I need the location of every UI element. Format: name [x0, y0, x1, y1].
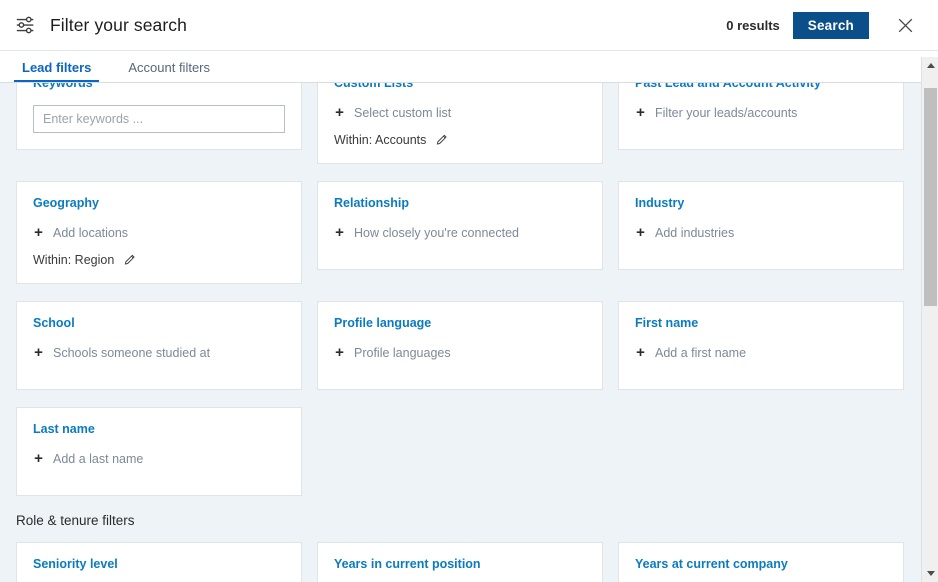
panel-header: Filter your search 0 results Search	[0, 0, 938, 51]
scroll-down-arrow-icon[interactable]	[922, 565, 938, 582]
card-title: Seniority level	[33, 557, 118, 571]
add-label: Add industries	[655, 225, 735, 240]
close-icon	[898, 18, 912, 32]
add-relationship-action[interactable]: + How closely you're connected	[334, 225, 586, 240]
card-title: Keywords	[33, 83, 93, 90]
close-button[interactable]	[886, 6, 924, 44]
filter-card-first-name[interactable]: First name + Add a first name	[618, 301, 904, 390]
plus-icon: +	[335, 344, 344, 361]
results-count: 0 results	[726, 17, 780, 33]
filter-row: School + Schools someone studied at Prof…	[16, 301, 905, 390]
add-industries-action[interactable]: + Add industries	[635, 225, 887, 240]
header-left-group: Filter your search	[0, 14, 187, 36]
add-label: How closely you're connected	[354, 225, 519, 240]
within-label: Within: Accounts	[334, 133, 427, 147]
filter-card-profile-language[interactable]: Profile language + Profile languages	[317, 301, 603, 390]
filter-card-seniority-level[interactable]: Seniority level	[16, 542, 302, 582]
plus-icon: +	[636, 104, 645, 121]
filter-card-school[interactable]: School + Schools someone studied at	[16, 301, 302, 390]
add-label: Add a first name	[655, 345, 747, 360]
page-title: Filter your search	[50, 14, 187, 35]
scroll-up-arrow-icon[interactable]	[922, 57, 938, 74]
tab-lead-filters[interactable]: Lead filters	[14, 60, 100, 82]
card-title: Past Lead and Account Activity	[635, 83, 821, 90]
filter-card-custom-lists[interactable]: Custom Lists + Select custom list Within…	[317, 83, 603, 164]
card-title: Last name	[33, 422, 95, 436]
within-label: Within: Region	[33, 253, 115, 267]
add-first-name-action[interactable]: + Add a first name	[635, 345, 887, 360]
scrollbar-thumb[interactable]	[924, 88, 937, 306]
pencil-icon[interactable]	[435, 133, 449, 147]
plus-icon: +	[34, 224, 43, 241]
card-title: Geography	[33, 196, 99, 210]
keywords-input[interactable]	[33, 105, 285, 133]
plus-icon: +	[636, 344, 645, 361]
add-school-action[interactable]: + Schools someone studied at	[33, 345, 285, 360]
add-label: Profile languages	[354, 345, 451, 360]
filter-row: Geography + Add locations Within: Region	[16, 181, 905, 284]
card-title: Custom Lists	[334, 83, 414, 90]
filter-card-geography[interactable]: Geography + Add locations Within: Region	[16, 181, 302, 284]
card-title: Years at current company	[635, 557, 788, 571]
filter-card-industry[interactable]: Industry + Add industries	[618, 181, 904, 270]
add-label: Filter your leads/accounts	[655, 105, 798, 120]
filter-card-years-in-current-position[interactable]: Years in current position	[317, 542, 603, 582]
card-title: Profile language	[334, 316, 432, 330]
add-custom-list-action[interactable]: + Select custom list	[334, 105, 586, 120]
filter-row: Keywords Custom Lists + Select custom li…	[16, 83, 905, 164]
add-profile-language-action[interactable]: + Profile languages	[334, 345, 586, 360]
filters-content: Keywords Custom Lists + Select custom li…	[0, 83, 921, 582]
filter-card-last-name[interactable]: Last name + Add a last name	[16, 407, 302, 496]
filter-card-years-at-current-company[interactable]: Years at current company	[618, 542, 904, 582]
card-title: School	[33, 316, 75, 330]
card-title: Industry	[635, 196, 685, 210]
add-locations-action[interactable]: + Add locations	[33, 225, 285, 240]
plus-icon: +	[34, 344, 43, 361]
card-title: Relationship	[334, 196, 410, 210]
filter-card-past-activity[interactable]: Past Lead and Account Activity + Filter …	[618, 83, 904, 150]
add-past-activity-action[interactable]: + Filter your leads/accounts	[635, 105, 887, 120]
search-button[interactable]: Search	[792, 11, 869, 39]
add-label: Add locations	[53, 225, 129, 240]
within-scope-row: Within: Region	[33, 253, 285, 267]
add-label: Schools someone studied at	[53, 345, 211, 360]
filters-scroll-area[interactable]: Keywords Custom Lists + Select custom li…	[0, 83, 921, 582]
add-label: Add a last name	[53, 451, 144, 466]
add-label: Select custom list	[354, 105, 452, 120]
plus-icon: +	[34, 450, 43, 467]
tab-account-filters[interactable]: Account filters	[120, 60, 218, 82]
filter-row: Last name + Add a last name	[16, 407, 905, 496]
card-title: First name	[635, 316, 699, 330]
pencil-icon[interactable]	[123, 253, 137, 267]
filter-tabs: Lead filters Account filters	[0, 51, 938, 83]
plus-icon: +	[335, 104, 344, 121]
within-scope-row: Within: Accounts	[334, 133, 586, 147]
header-right-group: 0 results Search	[726, 6, 938, 44]
filter-card-keywords[interactable]: Keywords	[16, 83, 302, 150]
filter-card-relationship[interactable]: Relationship + How closely you're connec…	[317, 181, 603, 270]
add-last-name-action[interactable]: + Add a last name	[33, 451, 285, 466]
card-title: Years in current position	[334, 557, 481, 571]
filter-search-panel: Filter your search 0 results Search Lead…	[0, 0, 938, 582]
vertical-scrollbar[interactable]	[921, 57, 938, 582]
plus-icon: +	[335, 224, 344, 241]
plus-icon: +	[636, 224, 645, 241]
filter-row: Seniority level Years in current positio…	[16, 542, 905, 582]
sliders-icon	[16, 16, 34, 34]
section-heading-role-tenure: Role & tenure filters	[16, 513, 135, 528]
